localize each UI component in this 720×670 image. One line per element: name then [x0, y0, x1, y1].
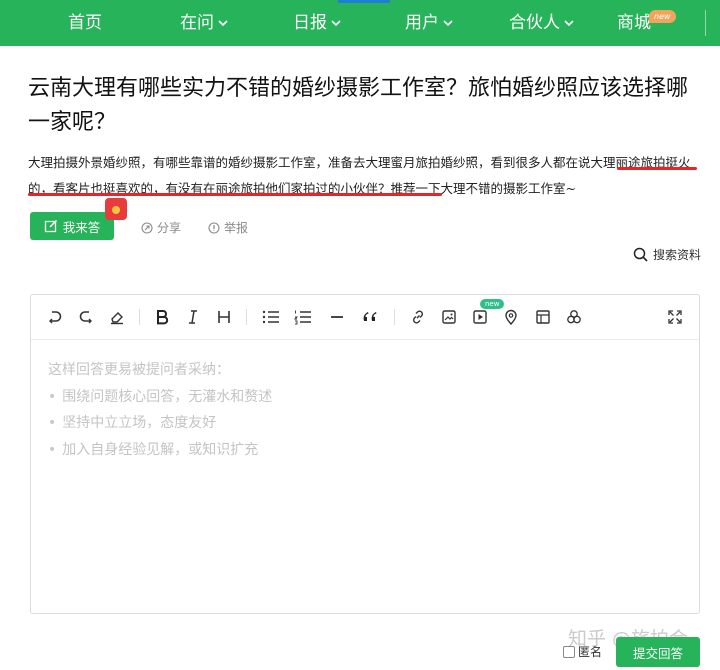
chevron-down-icon — [564, 20, 574, 27]
emoji-icon[interactable] — [564, 307, 584, 327]
search-materials-button[interactable]: 搜索资料 — [633, 246, 701, 263]
nav-item-label: 首页 — [68, 13, 102, 33]
search-materials-label: 搜索资料 — [653, 248, 702, 262]
nav-item-mall[interactable]: 商城 — [617, 0, 651, 46]
top-nav: 首页 在问 日报 用户 合伙人 商城 new — [0, 0, 720, 46]
nav-item-daily[interactable]: 日报 — [293, 0, 341, 46]
heading-icon[interactable] — [214, 307, 234, 327]
nav-item-label: 合伙人 — [509, 13, 560, 33]
link-icon[interactable] — [408, 307, 428, 327]
share-label: 分享 — [157, 221, 182, 235]
annotation-underline — [617, 167, 697, 170]
search-icon — [633, 247, 648, 262]
placeholder-heading: 这样回答更易被提问者采纳： — [48, 362, 230, 378]
nav-item-users[interactable]: 用户 — [405, 0, 453, 46]
report-button[interactable]: 举报 — [208, 219, 248, 236]
chevron-down-icon — [218, 20, 228, 27]
toolbar-separator — [246, 309, 247, 325]
placeholder-tip: 坚持中立立场，态度友好 — [48, 412, 216, 432]
submit-answer-button[interactable]: 提交回答 — [616, 637, 700, 667]
anonymous-checkbox[interactable]: 匿名 — [563, 643, 602, 660]
undo-icon[interactable] — [45, 307, 65, 327]
redo-icon[interactable] — [76, 307, 96, 327]
nav-item-partner[interactable]: 合伙人 — [509, 0, 574, 46]
edit-icon — [44, 219, 57, 233]
italic-icon[interactable] — [183, 307, 203, 327]
video-icon[interactable] — [470, 307, 490, 327]
answer-button[interactable]: 我来答 — [30, 212, 114, 240]
bold-icon[interactable] — [152, 307, 172, 327]
nav-item-label: 商城 — [617, 13, 651, 33]
nav-active-indicator — [338, 0, 390, 3]
quote-icon[interactable] — [360, 307, 380, 327]
bullet-list-icon[interactable] — [261, 307, 281, 327]
annotation-underline — [28, 193, 442, 196]
chevron-down-icon — [331, 20, 341, 27]
share-button[interactable]: 分享 — [141, 219, 181, 236]
divider-icon[interactable] — [327, 307, 347, 327]
checkbox-icon — [563, 645, 575, 658]
eraser-icon[interactable] — [107, 307, 127, 327]
report-label: 举报 — [224, 221, 249, 235]
question-title: 云南大理有哪些实力不错的婚纱摄影工作室？旅怕婚纱照应该选择哪一家呢？ — [28, 76, 689, 135]
nav-item-asking[interactable]: 在问 — [180, 0, 228, 46]
location-icon[interactable] — [501, 307, 521, 327]
share-icon — [141, 221, 153, 234]
editor-toolbar: new — [31, 295, 699, 340]
table-icon[interactable] — [533, 307, 553, 327]
placeholder-tip: 加入自身经验见解，或知识扩充 — [48, 439, 258, 459]
answer-button-label: 我来答 — [62, 219, 101, 235]
chevron-down-icon — [443, 20, 453, 27]
answer-editor[interactable]: new 这样回答更易被提问者采纳： 围绕问题核心回答，无灌水和赘述 坚持中立立场… — [30, 294, 700, 614]
fullscreen-icon[interactable] — [665, 307, 685, 327]
new-badge: new — [649, 10, 676, 23]
nav-item-label: 在问 — [180, 13, 214, 33]
report-icon — [208, 221, 220, 234]
description-text: 大理拍摄外景婚纱照，有哪些靠谱的婚纱摄影工作室，准备去大理蜜月旅拍婚纱照，看到很… — [28, 155, 591, 170]
nav-item-label: 用户 — [405, 13, 439, 33]
nav-item-label: 日报 — [293, 13, 327, 33]
toolbar-separator — [394, 309, 395, 325]
nav-divider — [705, 10, 706, 36]
numbered-list-icon[interactable] — [293, 307, 313, 327]
image-icon[interactable] — [439, 307, 459, 327]
red-packet-icon[interactable] — [105, 198, 127, 220]
toolbar-separator — [139, 309, 140, 325]
submit-answer-label: 提交回答 — [632, 645, 683, 661]
anonymous-label: 匿名 — [578, 645, 603, 659]
nav-item-home[interactable]: 首页 — [68, 0, 102, 46]
placeholder-tip: 围绕问题核心回答，无灌水和赘述 — [48, 386, 272, 406]
